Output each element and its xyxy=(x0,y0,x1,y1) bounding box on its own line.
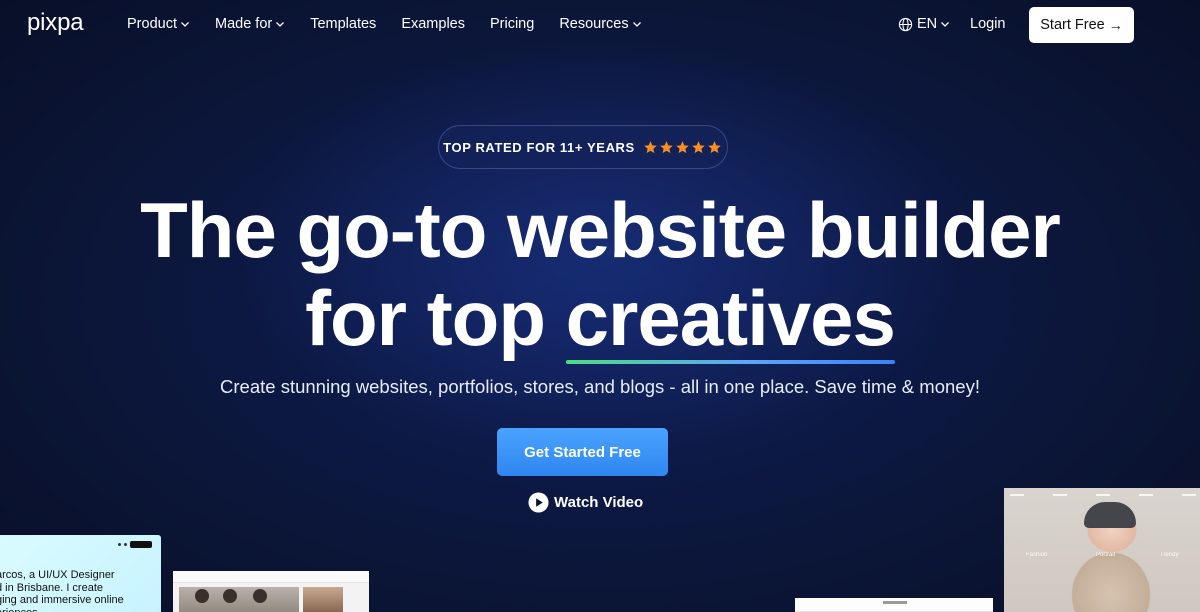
nav-item-product[interactable]: Product xyxy=(127,16,190,32)
preview-photo xyxy=(303,587,343,612)
nav-item-made-for[interactable]: Made for xyxy=(215,16,285,32)
preview-photo-detail xyxy=(1084,502,1136,528)
chevron-down-icon xyxy=(275,19,285,29)
preview-text-line: ging and immersive online xyxy=(0,594,124,606)
headline-line-2: for top creatives xyxy=(0,274,1200,364)
template-preview-fashion: Fashion Portrait Trendy xyxy=(1004,488,1200,612)
language-selector[interactable]: EN xyxy=(898,16,950,32)
nav-item-label: Templates xyxy=(310,16,377,32)
top-rated-badge: TOP RATED FOR 11+ YEARS xyxy=(438,125,728,169)
preview-header xyxy=(118,541,152,548)
preview-header xyxy=(173,571,369,583)
pixpa-logo[interactable]: pixpa xyxy=(27,9,84,37)
headline-highlight: creatives xyxy=(565,274,896,364)
preview-photo-detail xyxy=(253,589,267,603)
gradient-underline xyxy=(565,360,895,364)
nav-item-examples[interactable]: Examples xyxy=(401,16,465,32)
rating-stars xyxy=(643,140,723,155)
chevron-down-icon xyxy=(180,19,190,29)
hero-subtitle: Create stunning websites, portfolios, st… xyxy=(220,376,980,397)
hero-headline: The go-to website builder for top creati… xyxy=(0,186,1200,364)
nav-item-templates[interactable]: Templates xyxy=(310,16,376,32)
headline-line-1: The go-to website builder xyxy=(140,186,1061,274)
nav-item-pricing[interactable]: Pricing xyxy=(490,16,534,32)
page: pixpa Product Made for Templates Example… xyxy=(0,0,1200,612)
chevron-down-icon xyxy=(632,19,642,29)
star-icon xyxy=(676,140,689,153)
star-icon xyxy=(708,140,721,153)
nav-item-label: Pricing xyxy=(489,16,535,32)
chevron-down-icon xyxy=(940,19,950,29)
language-label: EN xyxy=(917,16,938,32)
template-preview-minimal xyxy=(795,598,993,612)
preview-title xyxy=(883,601,907,604)
start-free-button[interactable]: Start Free → xyxy=(1029,7,1134,43)
nav-links: Product Made for Templates Examples Pric… xyxy=(127,16,667,32)
login-link[interactable]: Login xyxy=(970,16,1005,32)
globe-icon xyxy=(898,17,913,32)
preview-label: Fashion xyxy=(1026,552,1048,558)
highlight-word: creatives xyxy=(565,274,896,362)
star-icon xyxy=(660,140,673,153)
nav-item-label: Made for xyxy=(214,16,273,32)
dot-icon xyxy=(124,543,127,546)
preview-text-line: eriences xyxy=(0,607,161,612)
preview-text-line: arcos, a UI/UX Designer xyxy=(0,569,115,581)
preview-label: Trendy xyxy=(1160,552,1179,558)
preview-photo-detail xyxy=(223,589,237,603)
badge-text: TOP RATED FOR 11+ YEARS xyxy=(443,139,635,155)
preview-text-line: d in Brisbane. I create xyxy=(0,581,104,594)
headline-prefix: for top xyxy=(305,274,566,362)
nav-item-resources[interactable]: Resources xyxy=(559,16,641,32)
preview-button xyxy=(130,541,152,548)
preview-text: arcos, a UI/UX Designer d in Brisbane. I… xyxy=(0,569,161,612)
template-preview-gallery xyxy=(173,571,369,612)
watch-video-button[interactable]: Watch Video xyxy=(528,492,643,513)
star-icon xyxy=(644,140,657,153)
template-preview-designer: arcos, a UI/UX Designer d in Brisbane. I… xyxy=(0,535,161,612)
watch-video-label: Watch Video xyxy=(554,494,644,511)
play-icon xyxy=(528,492,549,513)
arrow-right-icon: → xyxy=(1108,17,1123,33)
get-started-button[interactable]: Get Started Free xyxy=(497,428,668,476)
nav-item-label: Product xyxy=(127,16,177,32)
nav-item-label: Examples xyxy=(401,16,465,32)
preview-header xyxy=(1010,494,1196,498)
nav-item-label: Resources xyxy=(559,16,629,32)
start-free-label: Start Free xyxy=(1040,17,1105,33)
preview-label: Portrait xyxy=(1096,552,1116,558)
top-nav: pixpa Product Made for Templates Example… xyxy=(0,0,1200,50)
star-icon xyxy=(692,140,705,153)
dot-icon xyxy=(118,543,121,546)
preview-photo-detail xyxy=(195,589,209,603)
